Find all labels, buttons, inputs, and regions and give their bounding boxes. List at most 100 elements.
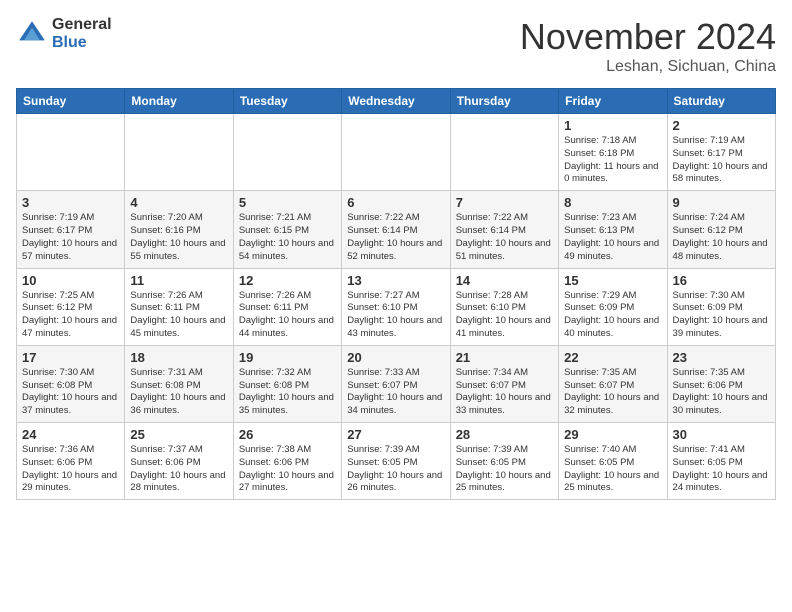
day-info: Sunrise: 7:26 AM Sunset: 6:11 PM Dayligh… [239, 290, 336, 341]
page-header: General Blue November 2024 Leshan, Sichu… [16, 16, 776, 76]
day-info: Sunrise: 7:19 AM Sunset: 6:17 PM Dayligh… [673, 135, 770, 186]
logo-blue-text: Blue [52, 34, 112, 52]
day-header-friday: Friday [559, 89, 667, 114]
calendar-cell: 29 Sunrise: 7:40 AM Sunset: 6:05 PM Dayli… [559, 423, 667, 500]
day-info: Sunrise: 7:35 AM Sunset: 6:06 PM Dayligh… [673, 367, 770, 418]
day-number: 21 [456, 350, 553, 365]
calendar-cell: 23 Sunrise: 7:35 AM Sunset: 6:06 PM Dayli… [667, 345, 775, 422]
calendar-cell: 7 Sunrise: 7:22 AM Sunset: 6:14 PM Daylig… [450, 191, 558, 268]
day-info: Sunrise: 7:30 AM Sunset: 6:08 PM Dayligh… [22, 367, 119, 418]
day-number: 23 [673, 350, 770, 365]
calendar-cell: 8 Sunrise: 7:23 AM Sunset: 6:13 PM Daylig… [559, 191, 667, 268]
calendar-cell: 22 Sunrise: 7:35 AM Sunset: 6:07 PM Dayli… [559, 345, 667, 422]
day-info: Sunrise: 7:18 AM Sunset: 6:18 PM Dayligh… [564, 135, 661, 186]
day-info: Sunrise: 7:39 AM Sunset: 6:05 PM Dayligh… [347, 444, 444, 495]
calendar-cell: 17 Sunrise: 7:30 AM Sunset: 6:08 PM Dayli… [17, 345, 125, 422]
calendar-cell: 27 Sunrise: 7:39 AM Sunset: 6:05 PM Dayli… [342, 423, 450, 500]
calendar-cell: 3 Sunrise: 7:19 AM Sunset: 6:17 PM Daylig… [17, 191, 125, 268]
calendar-cell: 4 Sunrise: 7:20 AM Sunset: 6:16 PM Daylig… [125, 191, 233, 268]
logo-general-text: General [52, 16, 112, 34]
month-title: November 2024 [520, 16, 776, 58]
day-number: 15 [564, 273, 661, 288]
day-info: Sunrise: 7:28 AM Sunset: 6:10 PM Dayligh… [456, 290, 553, 341]
day-header-sunday: Sunday [17, 89, 125, 114]
calendar-cell: 20Sunrise: 7:33 AM Sunset: 6:07 PM Dayli… [342, 345, 450, 422]
calendar-cell [233, 114, 341, 191]
calendar-cell [450, 114, 558, 191]
day-number: 5 [239, 195, 336, 210]
calendar-cell: 18 Sunrise: 7:31 AM Sunset: 6:08 PM Dayli… [125, 345, 233, 422]
calendar-cell: 16 Sunrise: 7:30 AM Sunset: 6:09 PM Dayli… [667, 268, 775, 345]
day-number: 4 [130, 195, 227, 210]
calendar-week-5: 24 Sunrise: 7:36 AM Sunset: 6:06 PM Dayli… [17, 423, 776, 500]
day-number: 22 [564, 350, 661, 365]
day-info: Sunrise: 7:19 AM Sunset: 6:17 PM Dayligh… [22, 212, 119, 263]
day-number: 13 [347, 273, 444, 288]
day-info: Sunrise: 7:36 AM Sunset: 6:06 PM Dayligh… [22, 444, 119, 495]
logo-icon [16, 18, 48, 50]
calendar-header-row: SundayMondayTuesdayWednesdayThursdayFrid… [17, 89, 776, 114]
calendar-cell: 13Sunrise: 7:27 AM Sunset: 6:10 PM Dayli… [342, 268, 450, 345]
day-info: Sunrise: 7:20 AM Sunset: 6:16 PM Dayligh… [130, 212, 227, 263]
day-info: Sunrise: 7:38 AM Sunset: 6:06 PM Dayligh… [239, 444, 336, 495]
day-info: Sunrise: 7:26 AM Sunset: 6:11 PM Dayligh… [130, 290, 227, 341]
day-info: Sunrise: 7:39 AM Sunset: 6:05 PM Dayligh… [456, 444, 553, 495]
day-info: Sunrise: 7:33 AM Sunset: 6:07 PM Dayligh… [347, 367, 444, 418]
day-header-thursday: Thursday [450, 89, 558, 114]
day-number: 11 [130, 273, 227, 288]
day-info: Sunrise: 7:29 AM Sunset: 6:09 PM Dayligh… [564, 290, 661, 341]
calendar-cell [342, 114, 450, 191]
day-number: 18 [130, 350, 227, 365]
day-number: 26 [239, 427, 336, 442]
calendar-cell [125, 114, 233, 191]
day-number: 14 [456, 273, 553, 288]
day-number: 7 [456, 195, 553, 210]
day-number: 27 [347, 427, 444, 442]
day-number: 16 [673, 273, 770, 288]
day-number: 24 [22, 427, 119, 442]
day-header-saturday: Saturday [667, 89, 775, 114]
calendar-week-4: 17 Sunrise: 7:30 AM Sunset: 6:08 PM Dayli… [17, 345, 776, 422]
day-info: Sunrise: 7:25 AM Sunset: 6:12 PM Dayligh… [22, 290, 119, 341]
day-number: 9 [673, 195, 770, 210]
day-info: Sunrise: 7:41 AM Sunset: 6:05 PM Dayligh… [673, 444, 770, 495]
calendar-cell: 6 Sunrise: 7:22 AM Sunset: 6:14 PM Daylig… [342, 191, 450, 268]
day-info: Sunrise: 7:31 AM Sunset: 6:08 PM Dayligh… [130, 367, 227, 418]
day-info: Sunrise: 7:22 AM Sunset: 6:14 PM Dayligh… [456, 212, 553, 263]
calendar-table: SundayMondayTuesdayWednesdayThursdayFrid… [16, 88, 776, 500]
day-number: 30 [673, 427, 770, 442]
day-info: Sunrise: 7:37 AM Sunset: 6:06 PM Dayligh… [130, 444, 227, 495]
calendar-cell: 10 Sunrise: 7:25 AM Sunset: 6:12 PM Dayli… [17, 268, 125, 345]
calendar-cell: 11 Sunrise: 7:26 AM Sunset: 6:11 PM Dayli… [125, 268, 233, 345]
day-number: 3 [22, 195, 119, 210]
day-info: Sunrise: 7:23 AM Sunset: 6:13 PM Dayligh… [564, 212, 661, 263]
location-text: Leshan, Sichuan, China [520, 58, 776, 76]
day-info: Sunrise: 7:30 AM Sunset: 6:09 PM Dayligh… [673, 290, 770, 341]
calendar-cell: 15 Sunrise: 7:29 AM Sunset: 6:09 PM Dayli… [559, 268, 667, 345]
day-number: 12 [239, 273, 336, 288]
calendar-cell: 1 Sunrise: 7:18 AM Sunset: 6:18 PM Daylig… [559, 114, 667, 191]
day-number: 29 [564, 427, 661, 442]
day-info: Sunrise: 7:35 AM Sunset: 6:07 PM Dayligh… [564, 367, 661, 418]
day-number: 2 [673, 118, 770, 133]
day-info: Sunrise: 7:34 AM Sunset: 6:07 PM Dayligh… [456, 367, 553, 418]
day-number: 17 [22, 350, 119, 365]
day-number: 28 [456, 427, 553, 442]
day-number: 25 [130, 427, 227, 442]
calendar-cell: 19Sunrise: 7:32 AM Sunset: 6:08 PM Dayli… [233, 345, 341, 422]
day-info: Sunrise: 7:22 AM Sunset: 6:14 PM Dayligh… [347, 212, 444, 263]
calendar-cell [17, 114, 125, 191]
day-number: 6 [347, 195, 444, 210]
calendar-cell: 26 Sunrise: 7:38 AM Sunset: 6:06 PM Dayli… [233, 423, 341, 500]
day-number: 8 [564, 195, 661, 210]
calendar-cell: 28 Sunrise: 7:39 AM Sunset: 6:05 PM Dayli… [450, 423, 558, 500]
calendar-week-2: 3 Sunrise: 7:19 AM Sunset: 6:17 PM Daylig… [17, 191, 776, 268]
calendar-week-3: 10 Sunrise: 7:25 AM Sunset: 6:12 PM Dayli… [17, 268, 776, 345]
calendar-cell: 5Sunrise: 7:21 AM Sunset: 6:15 PM Daylig… [233, 191, 341, 268]
day-number: 1 [564, 118, 661, 133]
day-number: 10 [22, 273, 119, 288]
calendar-cell: 2 Sunrise: 7:19 AM Sunset: 6:17 PM Daylig… [667, 114, 775, 191]
calendar-cell: 25 Sunrise: 7:37 AM Sunset: 6:06 PM Dayli… [125, 423, 233, 500]
day-info: Sunrise: 7:40 AM Sunset: 6:05 PM Dayligh… [564, 444, 661, 495]
calendar-week-1: 1 Sunrise: 7:18 AM Sunset: 6:18 PM Daylig… [17, 114, 776, 191]
